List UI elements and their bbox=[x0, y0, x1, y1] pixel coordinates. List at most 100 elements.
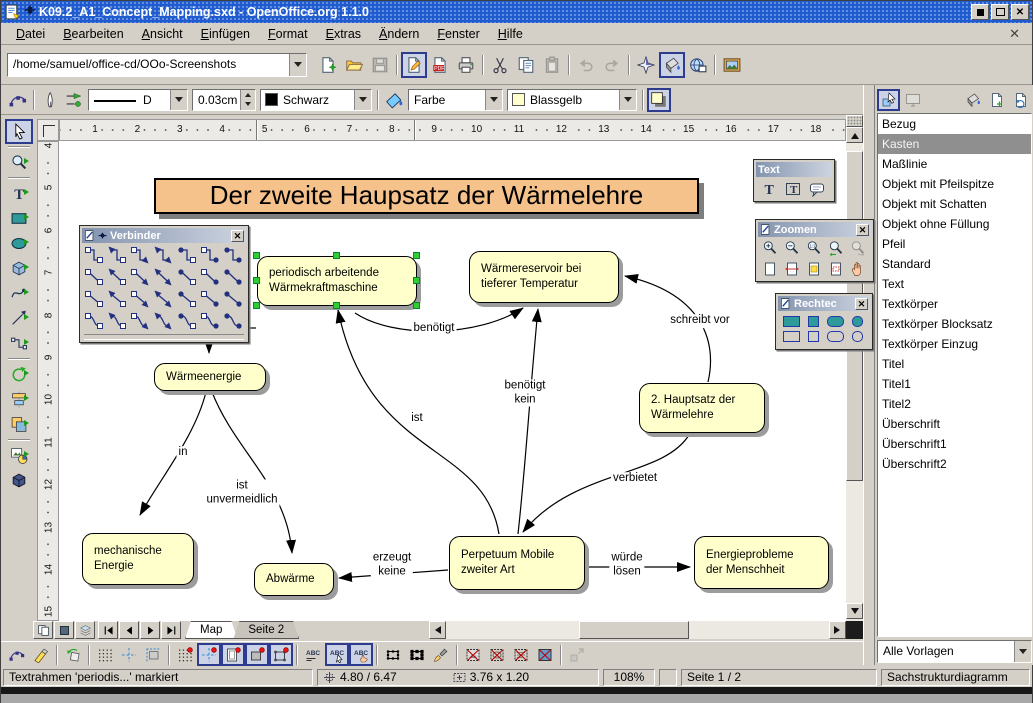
rectangle-filled-icon[interactable] bbox=[783, 316, 800, 327]
edge-verbietet[interactable] bbox=[523, 435, 689, 532]
style-item-textk-rper[interactable]: Textkörper bbox=[878, 294, 1031, 314]
connector-curve-square-dot-icon[interactable] bbox=[199, 310, 221, 332]
edit-points-icon[interactable] bbox=[5, 643, 29, 666]
zoom-100-icon[interactable]: 1:1 bbox=[803, 238, 825, 258]
status-position-size[interactable]: 4.80 / 6.47 3.76 x 1.20 bbox=[317, 669, 599, 686]
connector-slant-square-dot-icon[interactable] bbox=[199, 266, 221, 288]
node-abwaerme[interactable]: Abwärme bbox=[254, 563, 334, 596]
connector-straight-dot-square-icon[interactable] bbox=[176, 288, 198, 310]
large-handles-icon[interactable] bbox=[405, 643, 429, 666]
edge-label-ist[interactable]: ist bbox=[409, 412, 425, 426]
style-item--berschrift1[interactable]: Überschrift1 bbox=[878, 434, 1031, 454]
selection-handle[interactable] bbox=[333, 302, 340, 309]
style-filter-combobox[interactable]: Alle Vorlagen bbox=[877, 640, 1032, 663]
menu-hilfe[interactable]: Hilfe bbox=[489, 25, 532, 43]
graphics-styles-icon[interactable] bbox=[877, 89, 900, 111]
print-icon[interactable] bbox=[453, 52, 479, 78]
style-item-objekt-ohne-f-llung[interactable]: Objekt ohne Füllung bbox=[878, 214, 1031, 234]
connector-straight-square-arrow-icon[interactable] bbox=[129, 288, 151, 310]
vertical-scrollbar[interactable] bbox=[846, 115, 863, 621]
connector-curve-arrow-square-icon[interactable] bbox=[106, 310, 128, 332]
node-periodische-waermekraftmaschine[interactable]: periodisch arbeitende Wärmekraftmaschine bbox=[257, 256, 417, 306]
zoom-page-icon[interactable] bbox=[759, 259, 781, 279]
text-window[interactable]: Text TT bbox=[753, 159, 835, 202]
edge-ist-unvermeidlich[interactable] bbox=[212, 392, 292, 553]
drawing-canvas[interactable]: Der zweite Haupsatz der Wärmelehre perio… bbox=[59, 141, 846, 621]
line-width-field[interactable]: 0.03cm bbox=[192, 89, 256, 111]
scroll-right-icon[interactable] bbox=[829, 621, 846, 639]
edge-label-benötigt[interactable]: benötigt kein bbox=[503, 379, 548, 406]
connector-slant-square-arrow-icon[interactable] bbox=[129, 266, 151, 288]
edit-points-icon[interactable] bbox=[6, 88, 30, 112]
new-document-icon[interactable] bbox=[315, 52, 341, 78]
node-mechanische-energie[interactable]: mechanische Energie bbox=[82, 533, 194, 585]
effects-icon[interactable] bbox=[5, 362, 33, 387]
select-icon[interactable] bbox=[5, 119, 33, 144]
status-page[interactable]: Seite 1 / 2 bbox=[681, 669, 877, 686]
menu-bearbeiten[interactable]: Bearbeiten bbox=[54, 25, 132, 43]
selection-handle[interactable] bbox=[333, 252, 340, 259]
quick-edit-icon[interactable]: ABC bbox=[301, 643, 325, 666]
url-dropdown-button[interactable] bbox=[289, 54, 306, 76]
snap-to-object-frame-icon[interactable] bbox=[245, 643, 269, 666]
zoom-previous-icon[interactable] bbox=[825, 238, 847, 258]
edit-file-icon[interactable] bbox=[401, 52, 427, 78]
node-perpetuum-mobile[interactable]: Perpetuum Mobile zweiter Art bbox=[449, 536, 585, 590]
style-item-kasten[interactable]: Kasten bbox=[878, 134, 1031, 154]
zoom-icon[interactable] bbox=[5, 150, 33, 175]
spin-down-icon[interactable] bbox=[241, 100, 255, 110]
modify-with-attributes-icon[interactable] bbox=[429, 643, 453, 666]
alignment-icon[interactable] bbox=[5, 387, 33, 412]
arrange-icon[interactable] bbox=[5, 412, 33, 437]
ellipse-icon[interactable] bbox=[5, 231, 33, 256]
selection-handle[interactable] bbox=[253, 252, 260, 259]
zoom-page-width-icon[interactable] bbox=[781, 259, 803, 279]
menu-fenster[interactable]: Fenster bbox=[428, 25, 488, 43]
edge-label-in[interactable]: in bbox=[177, 446, 190, 460]
fill-type-combobox[interactable]: Farbe bbox=[408, 89, 503, 111]
verbinder-close-icon[interactable]: ✕ bbox=[231, 230, 244, 242]
scroll-left-icon[interactable] bbox=[429, 621, 446, 639]
dropdown-button[interactable] bbox=[170, 90, 187, 110]
rounded-rectangle-icon[interactable] bbox=[827, 331, 844, 342]
style-item-bezug[interactable]: Bezug bbox=[878, 114, 1031, 134]
connector-curve-arrow-arrow-icon[interactable] bbox=[152, 310, 174, 332]
line-width-value[interactable]: 0.03cm bbox=[193, 90, 240, 110]
edge-label-schreibt-vor[interactable]: schreibt vor bbox=[668, 314, 731, 328]
select-text-area-only-icon[interactable]: ABC bbox=[325, 643, 349, 666]
fill-format-mode-icon[interactable] bbox=[961, 89, 984, 111]
vertical-ruler[interactable]: 456789101112131415 bbox=[37, 141, 59, 621]
connector-curve-dot-dot-icon[interactable] bbox=[222, 310, 244, 332]
update-style-icon[interactable] bbox=[1009, 89, 1032, 111]
connector-slant-dot-square-icon[interactable] bbox=[176, 266, 198, 288]
pan-icon[interactable] bbox=[847, 259, 869, 279]
horizontal-scroll-thumb[interactable] bbox=[579, 621, 689, 639]
connector-step-square-dot-icon[interactable] bbox=[199, 244, 221, 266]
square-icon[interactable] bbox=[808, 331, 819, 342]
status-template[interactable]: Sachstrukturdiagramm bbox=[881, 669, 1030, 686]
connector-step-arrow-arrow-icon[interactable] bbox=[152, 244, 174, 266]
edge-label-ist[interactable]: ist unvermeidlich bbox=[205, 479, 280, 506]
marker-pen-icon[interactable] bbox=[29, 643, 53, 666]
text-titlebar[interactable]: Text bbox=[756, 162, 832, 177]
line-contour-icon[interactable] bbox=[533, 643, 557, 666]
minimize-button[interactable] bbox=[971, 4, 989, 20]
snap-to-page-margins-icon[interactable] bbox=[221, 643, 245, 666]
area-bucket-icon[interactable] bbox=[382, 88, 406, 112]
fill-color-combobox[interactable]: Blassgelb bbox=[507, 89, 637, 111]
dropdown-button[interactable] bbox=[354, 90, 371, 110]
double-click-to-edit-text-icon[interactable]: ABC bbox=[349, 643, 373, 666]
connector-straight-dot-dot-icon[interactable] bbox=[222, 288, 244, 310]
rotation-mode-icon[interactable] bbox=[61, 643, 85, 666]
previous-page-icon[interactable] bbox=[119, 621, 139, 639]
connector-slant-arrow-arrow-icon[interactable] bbox=[152, 266, 174, 288]
scroll-down-icon[interactable] bbox=[846, 603, 863, 619]
spin-up-icon[interactable] bbox=[241, 90, 255, 100]
page-tab-seite-2[interactable]: Seite 2 bbox=[233, 621, 299, 639]
navigator-icon[interactable] bbox=[633, 52, 659, 78]
objects-3d-icon[interactable] bbox=[5, 256, 33, 281]
selection-handle[interactable] bbox=[413, 277, 420, 284]
zoom-in-icon[interactable] bbox=[759, 238, 781, 258]
connector-slant-arrow-square-icon[interactable] bbox=[106, 266, 128, 288]
split-window-handle[interactable] bbox=[846, 115, 863, 127]
